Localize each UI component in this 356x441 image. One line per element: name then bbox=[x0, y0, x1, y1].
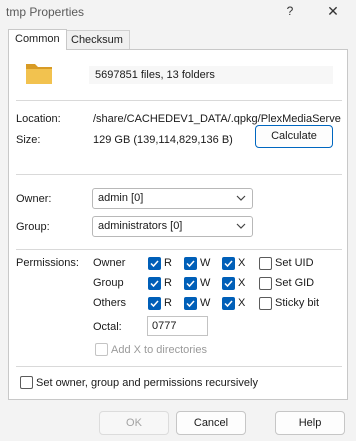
tab-common[interactable]: Common bbox=[8, 29, 67, 50]
chevron-down-icon bbox=[235, 192, 247, 204]
execute-label: X bbox=[238, 297, 246, 309]
perm-row-group-label: Group bbox=[93, 277, 124, 289]
add-x-checkbox[interactable] bbox=[95, 343, 108, 356]
others-read-checkbox[interactable] bbox=[148, 297, 161, 310]
help-button[interactable]: Help bbox=[275, 411, 345, 435]
group-execute-checkbox[interactable] bbox=[222, 277, 235, 290]
separator bbox=[16, 249, 342, 250]
group-read-checkbox[interactable] bbox=[148, 277, 161, 290]
recursive-label: Set owner, group and permissions recursi… bbox=[36, 377, 258, 389]
write-label: W bbox=[200, 257, 211, 269]
owner-read-checkbox[interactable] bbox=[148, 257, 161, 270]
sticky-bit-checkbox[interactable] bbox=[259, 297, 272, 310]
write-label: W bbox=[200, 297, 211, 309]
separator bbox=[16, 100, 342, 101]
location-label: Location: bbox=[16, 113, 61, 125]
close-button[interactable]: ✕ bbox=[320, 0, 346, 22]
set-gid-checkbox[interactable] bbox=[259, 277, 272, 290]
read-label: R bbox=[164, 277, 172, 289]
read-label: R bbox=[164, 297, 172, 309]
owner-execute-checkbox[interactable] bbox=[222, 257, 235, 270]
group-value: administrators [0] bbox=[98, 220, 183, 232]
perm-row-others-label: Others bbox=[93, 297, 127, 309]
cancel-button[interactable]: Cancel bbox=[176, 411, 246, 435]
recursive-checkbox[interactable] bbox=[20, 376, 33, 389]
add-x-label: Add X to directories bbox=[111, 344, 207, 356]
calculate-button[interactable]: Calculate bbox=[255, 125, 333, 148]
size-value: 129 GB (139,114,829,136 B) bbox=[93, 134, 233, 146]
octal-label: Octal: bbox=[93, 321, 122, 333]
others-execute-checkbox[interactable] bbox=[222, 297, 235, 310]
summary-text: 5697851 files, 13 folders bbox=[95, 69, 215, 81]
set-uid-checkbox[interactable] bbox=[259, 257, 272, 270]
location-value: /share/CACHEDEV1_DATA/.qpkg/PlexMediaSer… bbox=[93, 113, 341, 125]
group-label: Group: bbox=[16, 221, 50, 233]
owner-write-checkbox[interactable] bbox=[184, 257, 197, 270]
ok-button[interactable]: OK bbox=[99, 411, 169, 435]
others-write-checkbox[interactable] bbox=[184, 297, 197, 310]
owner-value: admin [0] bbox=[98, 192, 144, 204]
perm-row-owner-label: Owner bbox=[93, 257, 126, 269]
separator bbox=[16, 174, 342, 175]
tab-strip: Common Checksum bbox=[8, 29, 348, 50]
octal-input[interactable]: 0777 bbox=[147, 316, 208, 336]
read-label: R bbox=[164, 257, 172, 269]
permissions-label: Permissions: bbox=[16, 257, 79, 269]
write-label: W bbox=[200, 277, 211, 289]
folder-icon bbox=[25, 61, 53, 85]
chevron-down-icon bbox=[235, 220, 247, 232]
window-title: tmp Properties bbox=[6, 5, 85, 19]
group-select[interactable]: administrators [0] bbox=[92, 216, 253, 237]
separator bbox=[16, 366, 342, 367]
execute-label: X bbox=[238, 257, 246, 269]
owner-select[interactable]: admin [0] bbox=[92, 188, 253, 209]
group-write-checkbox[interactable] bbox=[184, 277, 197, 290]
common-panel: 5697851 files, 13 folders Location: /sha… bbox=[8, 49, 348, 400]
execute-label: X bbox=[238, 277, 246, 289]
tab-checksum[interactable]: Checksum bbox=[64, 30, 130, 49]
sticky-bit-label: Sticky bit bbox=[275, 297, 320, 309]
set-uid-label: Set UID bbox=[275, 257, 314, 269]
title-bar: tmp Properties ? ✕ bbox=[0, 0, 356, 24]
size-label: Size: bbox=[16, 134, 41, 146]
help-title-button[interactable]: ? bbox=[278, 0, 302, 22]
set-gid-label: Set GID bbox=[275, 277, 315, 289]
owner-label: Owner: bbox=[16, 193, 52, 205]
